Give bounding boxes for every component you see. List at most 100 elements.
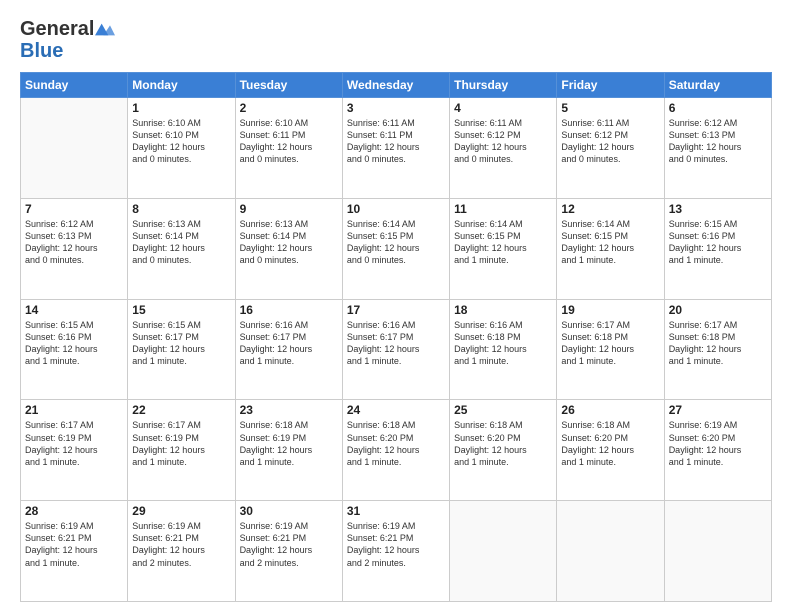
calendar-week-row: 1 Sunrise: 6:10 AM Sunset: 6:10 PM Daylig…: [21, 98, 772, 199]
calendar-cell: 7Sunrise: 6:12 AM Sunset: 6:13 PM Daylig…: [21, 198, 128, 299]
day-detail: Sunrise: 6:11 AM Sunset: 6:12 PM Dayligh…: [454, 117, 552, 166]
day-number: 15: [132, 303, 230, 317]
calendar-cell: 15 Sunrise: 6:15 AM Sunset: 6:17 PM Dayli…: [128, 299, 235, 400]
calendar-cell: 18 Sunrise: 6:16 AM Sunset: 6:18 PM Dayli…: [450, 299, 557, 400]
calendar-cell: 11 Sunrise: 6:14 AM Sunset: 6:15 PM Dayli…: [450, 198, 557, 299]
calendar-cell: 24 Sunrise: 6:18 AM Sunset: 6:20 PM Dayli…: [342, 400, 449, 501]
calendar-cell: 30 Sunrise: 6:19 AM Sunset: 6:21 PM Dayli…: [235, 501, 342, 602]
calendar-header-cell: Wednesday: [342, 73, 449, 98]
calendar-cell: 2Sunrise: 6:10 AM Sunset: 6:11 PM Daylig…: [235, 98, 342, 199]
day-detail: Sunrise: 6:19 AM Sunset: 6:21 PM Dayligh…: [347, 520, 445, 569]
day-detail: Sunrise: 6:15 AM Sunset: 6:16 PM Dayligh…: [669, 218, 767, 267]
calendar-cell: 25 Sunrise: 6:18 AM Sunset: 6:20 PM Dayli…: [450, 400, 557, 501]
header: GeneralBlue: [20, 18, 772, 62]
day-number: 25: [454, 403, 552, 417]
calendar-cell: 3Sunrise: 6:11 AM Sunset: 6:11 PM Daylig…: [342, 98, 449, 199]
day-detail: Sunrise: 6:19 AM Sunset: 6:21 PM Dayligh…: [132, 520, 230, 569]
day-detail: Sunrise: 6:18 AM Sunset: 6:19 PM Dayligh…: [240, 419, 338, 468]
calendar-cell: 21 Sunrise: 6:17 AM Sunset: 6:19 PM Dayli…: [21, 400, 128, 501]
logo-blue: Blue: [20, 40, 115, 62]
day-number: 11: [454, 202, 552, 216]
calendar-cell: [664, 501, 771, 602]
calendar-header-row: SundayMondayTuesdayWednesdayThursdayFrid…: [21, 73, 772, 98]
calendar-header-cell: Tuesday: [235, 73, 342, 98]
calendar-cell: 19 Sunrise: 6:17 AM Sunset: 6:18 PM Dayli…: [557, 299, 664, 400]
day-detail: Sunrise: 6:13 AM Sunset: 6:14 PM Dayligh…: [240, 218, 338, 267]
calendar-body: 1 Sunrise: 6:10 AM Sunset: 6:10 PM Daylig…: [21, 98, 772, 602]
day-detail: Sunrise: 6:15 AM Sunset: 6:17 PM Dayligh…: [132, 319, 230, 368]
calendar-cell: [557, 501, 664, 602]
logo-text: GeneralBlue: [20, 18, 115, 62]
day-detail: Sunrise: 6:14 AM Sunset: 6:15 PM Dayligh…: [454, 218, 552, 267]
day-number: 19: [561, 303, 659, 317]
day-number: 10: [347, 202, 445, 216]
day-number: 26: [561, 403, 659, 417]
day-detail: Sunrise: 6:12 AM Sunset: 6:13 PM Dayligh…: [669, 117, 767, 166]
day-detail: Sunrise: 6:16 AM Sunset: 6:18 PM Dayligh…: [454, 319, 552, 368]
day-number: 1: [132, 101, 230, 115]
day-number: 12: [561, 202, 659, 216]
day-detail: Sunrise: 6:11 AM Sunset: 6:11 PM Dayligh…: [347, 117, 445, 166]
day-detail: Sunrise: 6:17 AM Sunset: 6:18 PM Dayligh…: [669, 319, 767, 368]
day-number: 24: [347, 403, 445, 417]
calendar-cell: [21, 98, 128, 199]
day-number: 28: [25, 504, 123, 518]
calendar-cell: 1 Sunrise: 6:10 AM Sunset: 6:10 PM Daylig…: [128, 98, 235, 199]
day-detail: Sunrise: 6:14 AM Sunset: 6:15 PM Dayligh…: [561, 218, 659, 267]
day-detail: Sunrise: 6:18 AM Sunset: 6:20 PM Dayligh…: [454, 419, 552, 468]
calendar-cell: 8 Sunrise: 6:13 AM Sunset: 6:14 PM Daylig…: [128, 198, 235, 299]
calendar-header-cell: Thursday: [450, 73, 557, 98]
day-detail: Sunrise: 6:17 AM Sunset: 6:19 PM Dayligh…: [25, 419, 123, 468]
day-detail: Sunrise: 6:18 AM Sunset: 6:20 PM Dayligh…: [347, 419, 445, 468]
calendar-cell: 23 Sunrise: 6:18 AM Sunset: 6:19 PM Dayli…: [235, 400, 342, 501]
page: GeneralBlue SundayMondayTuesdayWednesday…: [0, 0, 792, 612]
day-number: 23: [240, 403, 338, 417]
day-number: 30: [240, 504, 338, 518]
calendar-header-cell: Sunday: [21, 73, 128, 98]
calendar-cell: 20 Sunrise: 6:17 AM Sunset: 6:18 PM Dayli…: [664, 299, 771, 400]
calendar-cell: 28 Sunrise: 6:19 AM Sunset: 6:21 PM Dayli…: [21, 501, 128, 602]
calendar-cell: 31 Sunrise: 6:19 AM Sunset: 6:21 PM Dayli…: [342, 501, 449, 602]
calendar-cell: 22Sunrise: 6:17 AM Sunset: 6:19 PM Dayli…: [128, 400, 235, 501]
day-number: 27: [669, 403, 767, 417]
day-number: 4: [454, 101, 552, 115]
day-detail: Sunrise: 6:15 AM Sunset: 6:16 PM Dayligh…: [25, 319, 123, 368]
day-detail: Sunrise: 6:19 AM Sunset: 6:21 PM Dayligh…: [25, 520, 123, 569]
day-number: 31: [347, 504, 445, 518]
day-number: 9: [240, 202, 338, 216]
calendar-cell: 4 Sunrise: 6:11 AM Sunset: 6:12 PM Daylig…: [450, 98, 557, 199]
calendar-header-cell: Friday: [557, 73, 664, 98]
calendar-table: SundayMondayTuesdayWednesdayThursdayFrid…: [20, 72, 772, 602]
calendar-cell: 5Sunrise: 6:11 AM Sunset: 6:12 PM Daylig…: [557, 98, 664, 199]
day-number: 21: [25, 403, 123, 417]
day-number: 17: [347, 303, 445, 317]
day-detail: Sunrise: 6:18 AM Sunset: 6:20 PM Dayligh…: [561, 419, 659, 468]
day-detail: Sunrise: 6:17 AM Sunset: 6:18 PM Dayligh…: [561, 319, 659, 368]
calendar-header-cell: Saturday: [664, 73, 771, 98]
day-detail: Sunrise: 6:17 AM Sunset: 6:19 PM Dayligh…: [132, 419, 230, 468]
day-detail: Sunrise: 6:11 AM Sunset: 6:12 PM Dayligh…: [561, 117, 659, 166]
day-detail: Sunrise: 6:16 AM Sunset: 6:17 PM Dayligh…: [347, 319, 445, 368]
day-number: 8: [132, 202, 230, 216]
day-detail: Sunrise: 6:16 AM Sunset: 6:17 PM Dayligh…: [240, 319, 338, 368]
calendar-week-row: 14 Sunrise: 6:15 AM Sunset: 6:16 PM Dayli…: [21, 299, 772, 400]
day-detail: Sunrise: 6:10 AM Sunset: 6:11 PM Dayligh…: [240, 117, 338, 166]
calendar-cell: [450, 501, 557, 602]
calendar-cell: 9 Sunrise: 6:13 AM Sunset: 6:14 PM Daylig…: [235, 198, 342, 299]
day-number: 20: [669, 303, 767, 317]
calendar-header-cell: Monday: [128, 73, 235, 98]
calendar-cell: 16Sunrise: 6:16 AM Sunset: 6:17 PM Dayli…: [235, 299, 342, 400]
calendar-week-row: 7Sunrise: 6:12 AM Sunset: 6:13 PM Daylig…: [21, 198, 772, 299]
day-number: 6: [669, 101, 767, 115]
day-detail: Sunrise: 6:12 AM Sunset: 6:13 PM Dayligh…: [25, 218, 123, 267]
day-number: 29: [132, 504, 230, 518]
calendar-cell: 27Sunrise: 6:19 AM Sunset: 6:20 PM Dayli…: [664, 400, 771, 501]
day-number: 18: [454, 303, 552, 317]
day-detail: Sunrise: 6:13 AM Sunset: 6:14 PM Dayligh…: [132, 218, 230, 267]
day-number: 13: [669, 202, 767, 216]
day-detail: Sunrise: 6:19 AM Sunset: 6:21 PM Dayligh…: [240, 520, 338, 569]
day-detail: Sunrise: 6:10 AM Sunset: 6:10 PM Dayligh…: [132, 117, 230, 166]
day-number: 14: [25, 303, 123, 317]
calendar-week-row: 28 Sunrise: 6:19 AM Sunset: 6:21 PM Dayli…: [21, 501, 772, 602]
calendar-cell: 17 Sunrise: 6:16 AM Sunset: 6:17 PM Dayli…: [342, 299, 449, 400]
